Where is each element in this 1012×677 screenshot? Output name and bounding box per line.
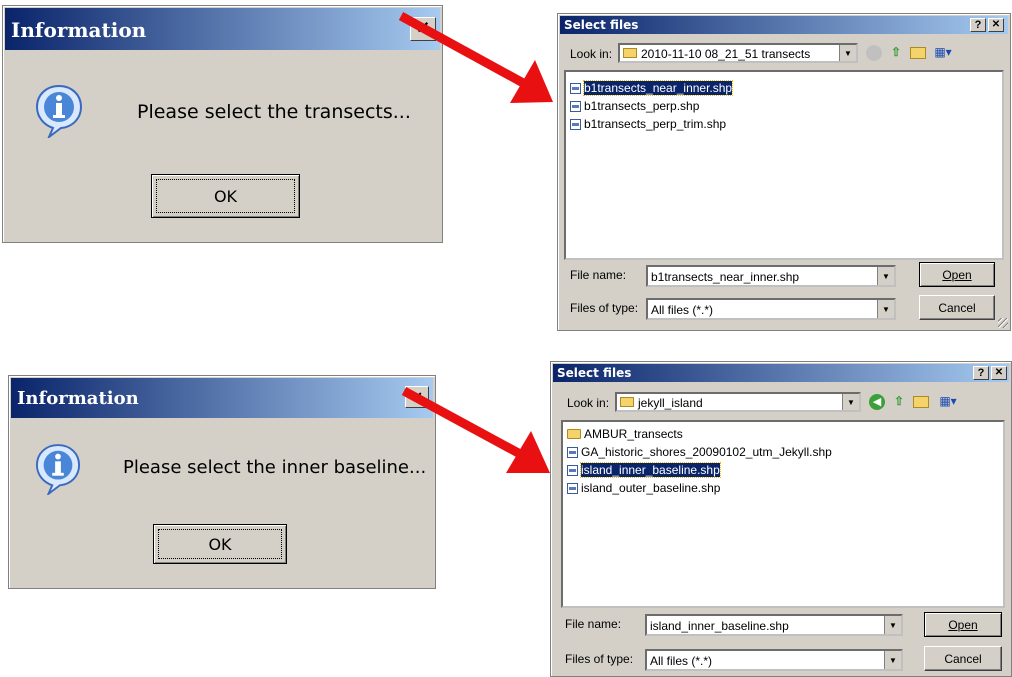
file-name: b1transects_near_inner.shp bbox=[582, 80, 734, 96]
file-dialog-1-title: Select files bbox=[564, 18, 639, 32]
view-menu-icon[interactable]: ▦▾ bbox=[932, 45, 954, 61]
list-item[interactable]: island_inner_baseline.shp bbox=[567, 462, 721, 478]
close-button[interactable]: ✕ bbox=[991, 366, 1007, 380]
list-item[interactable]: AMBUR_transects bbox=[567, 426, 683, 442]
shapefile-icon bbox=[570, 100, 581, 112]
file-dialog-1: Select files ? ✕ Look in: 2010-11-10 08_… bbox=[557, 13, 1011, 331]
files-of-type-select[interactable]: All files (*.*) ▼ bbox=[646, 298, 896, 320]
help-button[interactable]: ? bbox=[970, 18, 986, 32]
cancel-button-label: Cancel bbox=[938, 300, 976, 315]
file-name: b1transects_perp_trim.shp bbox=[584, 117, 727, 131]
file-dialog-2-title: Select files bbox=[557, 366, 632, 380]
files-of-type-value: All files (*.*) bbox=[651, 303, 714, 317]
chevron-down-icon[interactable]: ▼ bbox=[839, 45, 856, 61]
back-icon[interactable] bbox=[866, 45, 882, 61]
shapefile-icon bbox=[570, 82, 581, 94]
ok-button[interactable]: OK bbox=[151, 174, 300, 218]
list-item[interactable]: b1transects_perp.shp bbox=[570, 98, 699, 114]
back-icon[interactable]: ◀ bbox=[869, 394, 885, 410]
look-in-label: Look in: bbox=[567, 396, 610, 410]
list-item[interactable]: b1transects_near_inner.shp bbox=[570, 80, 734, 96]
resize-grip[interactable] bbox=[998, 318, 1008, 328]
look-in-value: 2010-11-10 08_21_51 transects bbox=[641, 47, 811, 61]
shapefile-icon bbox=[567, 464, 578, 476]
file-name-value: b1transects_near_inner.shp bbox=[651, 270, 800, 284]
files-of-type-label: Files of type: bbox=[570, 301, 639, 315]
folder-icon bbox=[620, 397, 634, 407]
file-name-field[interactable]: b1transects_near_inner.shp ▼ bbox=[646, 265, 896, 287]
info-dialog-1-titlebar[interactable]: Information ✕ bbox=[5, 8, 440, 50]
shapefile-icon bbox=[567, 446, 578, 458]
new-folder-icon[interactable] bbox=[913, 396, 929, 408]
file-dialog-2-titlebar[interactable]: Select files ? ✕ bbox=[553, 364, 1009, 382]
look-in-value: jekyll_island bbox=[638, 396, 703, 410]
look-in-combo[interactable]: 2010-11-10 08_21_51 transects ▼ bbox=[618, 43, 858, 63]
file-dialog-1-titlebar[interactable]: Select files ? ✕ bbox=[560, 16, 1008, 34]
info-dialog-2: Information ✕ Please select the inner ba… bbox=[8, 375, 436, 589]
red-arrow-2 bbox=[401, 387, 550, 473]
file-list[interactable]: AMBUR_transects GA_historic_shores_20090… bbox=[561, 420, 1005, 608]
list-item[interactable]: island_outer_baseline.shp bbox=[567, 480, 720, 496]
look-in-combo[interactable]: jekyll_island ▼ bbox=[615, 392, 861, 412]
list-item[interactable]: b1transects_perp_trim.shp bbox=[570, 116, 726, 132]
look-in-label: Look in: bbox=[570, 47, 613, 61]
cancel-button[interactable]: Cancel bbox=[919, 295, 995, 320]
file-name: AMBUR_transects bbox=[584, 427, 683, 441]
folder-icon bbox=[567, 429, 581, 439]
file-dialog-2: Select files ? ✕ Look in: jekyll_island … bbox=[550, 361, 1012, 677]
info-dialog-2-title: Information bbox=[17, 388, 139, 409]
up-folder-icon[interactable]: ⇧ bbox=[891, 394, 907, 410]
help-icon: ? bbox=[974, 19, 982, 31]
open-button-label: Open bbox=[942, 267, 972, 282]
files-of-type-label: Files of type: bbox=[565, 652, 634, 666]
ok-button-label: OK bbox=[156, 179, 295, 213]
file-name: GA_historic_shores_20090102_utm_Jekyll.s… bbox=[581, 445, 832, 459]
ok-button[interactable]: OK bbox=[153, 524, 287, 564]
chevron-down-icon[interactable]: ▼ bbox=[884, 651, 901, 669]
cancel-button-label: Cancel bbox=[944, 651, 982, 666]
file-name-label: File name: bbox=[570, 268, 627, 282]
up-folder-icon[interactable]: ⇧ bbox=[888, 45, 904, 61]
list-item[interactable]: GA_historic_shores_20090102_utm_Jekyll.s… bbox=[567, 444, 832, 460]
file-name-label: File name: bbox=[565, 617, 622, 631]
new-folder-icon[interactable] bbox=[910, 47, 926, 59]
info-dialog-2-titlebar[interactable]: Information ✕ bbox=[11, 378, 433, 418]
open-button-label: Open bbox=[948, 617, 978, 632]
chevron-down-icon[interactable]: ▼ bbox=[877, 300, 894, 318]
cancel-button[interactable]: Cancel bbox=[924, 646, 1002, 671]
file-name: island_outer_baseline.shp bbox=[581, 481, 721, 495]
view-menu-icon[interactable]: ▦▾ bbox=[937, 394, 959, 410]
info-message: Please select the inner baseline... bbox=[123, 457, 427, 478]
file-list[interactable]: b1transects_near_inner.shp b1transects_p… bbox=[564, 70, 1004, 260]
chevron-down-icon[interactable]: ▼ bbox=[884, 616, 901, 634]
open-button[interactable]: Open bbox=[924, 612, 1002, 637]
help-icon: ? bbox=[977, 367, 985, 379]
red-arrow-1 bbox=[398, 12, 553, 103]
shapefile-icon bbox=[567, 482, 578, 494]
info-message: Please select the transects... bbox=[137, 101, 411, 123]
close-icon: ✕ bbox=[994, 367, 1004, 378]
open-button[interactable]: Open bbox=[919, 262, 995, 287]
close-icon: ✕ bbox=[991, 19, 1001, 30]
info-icon bbox=[35, 84, 83, 138]
help-button[interactable]: ? bbox=[973, 366, 989, 380]
info-dialog-1: Information ✕ Please select the transect… bbox=[2, 5, 443, 243]
file-name-value: island_inner_baseline.shp bbox=[650, 619, 789, 633]
shapefile-icon bbox=[570, 118, 581, 130]
chevron-down-icon[interactable]: ▼ bbox=[842, 394, 859, 410]
file-name-field[interactable]: island_inner_baseline.shp ▼ bbox=[645, 614, 903, 636]
folder-icon bbox=[623, 48, 637, 58]
file-name: b1transects_perp.shp bbox=[584, 99, 700, 113]
files-of-type-value: All files (*.*) bbox=[650, 654, 713, 668]
files-of-type-select[interactable]: All files (*.*) ▼ bbox=[645, 649, 903, 671]
file-name: island_inner_baseline.shp bbox=[580, 462, 721, 478]
info-dialog-1-title: Information bbox=[11, 18, 147, 42]
ok-button-label: OK bbox=[158, 529, 282, 559]
info-icon bbox=[35, 444, 81, 495]
chevron-down-icon[interactable]: ▼ bbox=[877, 267, 894, 285]
close-button[interactable]: ✕ bbox=[988, 18, 1004, 32]
